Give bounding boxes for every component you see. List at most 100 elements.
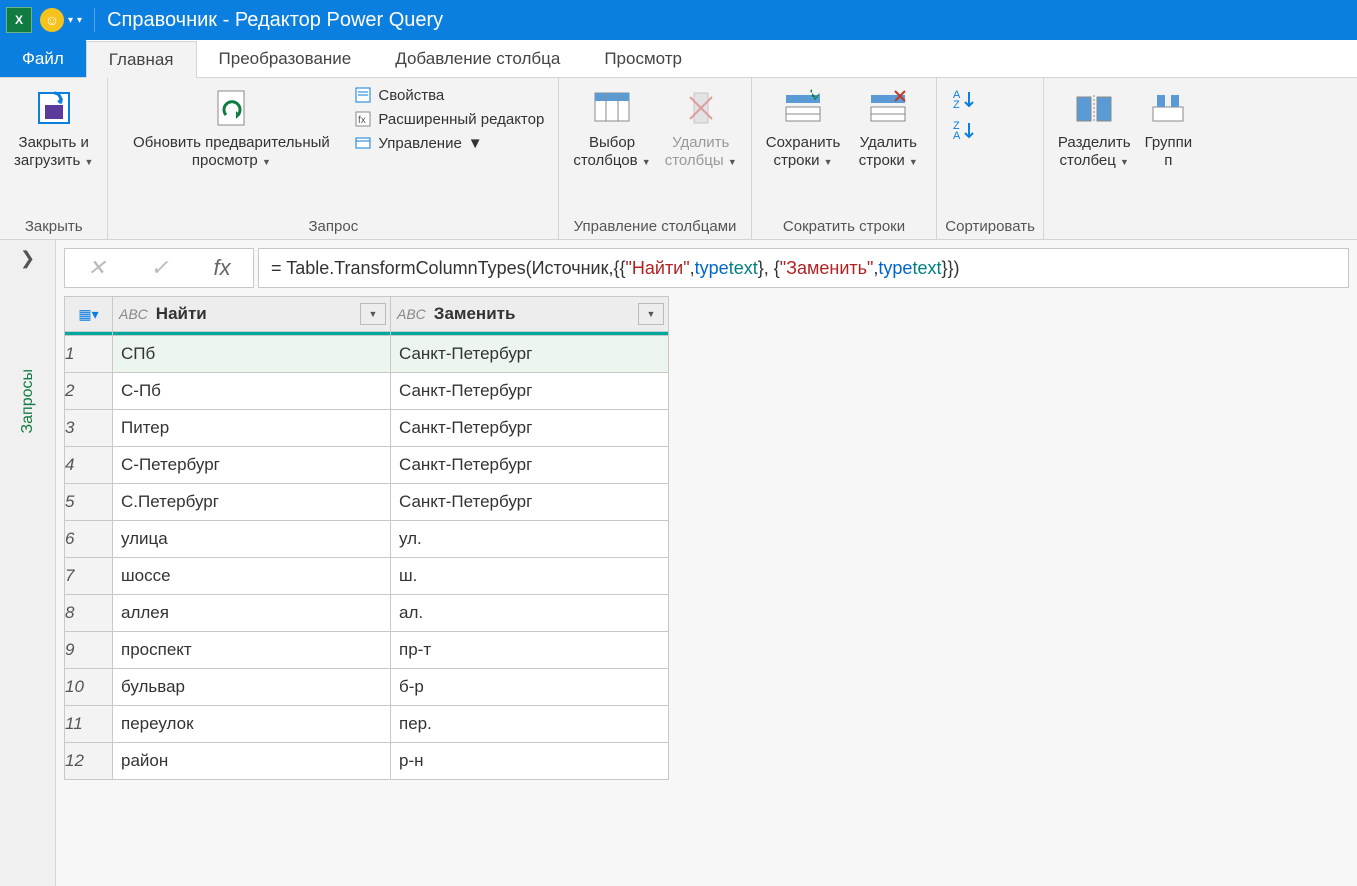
row-number[interactable]: 4 — [65, 447, 113, 484]
advanced-editor-button[interactable]: fx Расширенный редактор — [348, 108, 550, 130]
table-row[interactable]: 9проспектпр-т — [65, 632, 669, 669]
formula-cancel-button[interactable]: ✕ — [79, 255, 113, 281]
cell[interactable]: бульвар — [113, 669, 391, 706]
table-row[interactable]: 11переулокпер. — [65, 706, 669, 743]
formula-fx-button[interactable]: fx — [206, 255, 239, 281]
tab-transform[interactable]: Преобразование — [197, 40, 374, 77]
table-row[interactable]: 6улицаул. — [65, 521, 669, 558]
row-number[interactable]: 8 — [65, 595, 113, 632]
svg-text:fx: fx — [358, 115, 366, 126]
cell[interactable]: С-Пб — [113, 373, 391, 410]
cell[interactable]: пер. — [391, 706, 669, 743]
cell[interactable]: Санкт-Петербург — [391, 410, 669, 447]
split-column-button[interactable]: Разделить столбец ▼ — [1052, 82, 1137, 174]
table-row[interactable]: 3ПитерСанкт-Петербург — [65, 410, 669, 447]
row-number[interactable]: 12 — [65, 743, 113, 780]
ribbon-group-split: Разделить столбец ▼ Группи п — [1044, 78, 1206, 239]
qat-dropdown[interactable]: ▾ — [68, 15, 73, 26]
cell[interactable]: Санкт-Петербург — [391, 336, 669, 373]
group-by-button[interactable]: Группи п — [1139, 82, 1199, 174]
svg-text:✓: ✓ — [812, 90, 822, 104]
column-header-replace[interactable]: ABC Заменить ▼ — [391, 297, 669, 332]
cell[interactable]: переулок — [113, 706, 391, 743]
cell[interactable]: р-н — [391, 743, 669, 780]
table-row[interactable]: 7шоссеш. — [65, 558, 669, 595]
data-grid[interactable]: ▦▾ ABC Найти ▼ ABC Заме — [64, 296, 669, 780]
cell[interactable]: пр-т — [391, 632, 669, 669]
sort-asc-button[interactable]: AZ — [951, 88, 979, 115]
row-number[interactable]: 11 — [65, 706, 113, 743]
filter-button[interactable]: ▼ — [360, 303, 386, 325]
editor-body: ❯ Запросы ✕ ✓ fx = Table.TransformColumn… — [0, 240, 1357, 886]
table-row[interactable]: 2С-ПбСанкт-Петербург — [65, 373, 669, 410]
advanced-editor-label: Расширенный редактор — [378, 111, 544, 128]
remove-rows-button[interactable]: Удалить строки ▼ — [848, 82, 928, 174]
ribbon-group-query: Обновить предварительный просмотр ▼ Свой… — [108, 78, 559, 239]
tab-home[interactable]: Главная — [86, 41, 197, 78]
remove-columns-button[interactable]: Удалить столбцы ▼ — [659, 82, 743, 174]
cell[interactable]: проспект — [113, 632, 391, 669]
cell[interactable]: б-р — [391, 669, 669, 706]
keep-rows-icon: ✓ — [781, 86, 825, 130]
column-header-find[interactable]: ABC Найти ▼ — [113, 297, 391, 332]
table-row[interactable]: 10бульварб-р — [65, 669, 669, 706]
cell[interactable]: ал. — [391, 595, 669, 632]
ribbon-group-columns-label: Управление столбцами — [567, 216, 742, 237]
sort-desc-button[interactable]: ZA — [951, 119, 979, 146]
formula-accept-button[interactable]: ✓ — [142, 255, 176, 281]
cell[interactable]: Санкт-Петербург — [391, 484, 669, 521]
grid-corner[interactable]: ▦▾ — [65, 297, 113, 332]
tab-view[interactable]: Просмотр — [582, 40, 704, 77]
excel-icon: X — [6, 7, 32, 33]
row-number[interactable]: 6 — [65, 521, 113, 558]
smiley-icon[interactable]: ☺ — [40, 8, 64, 32]
cell[interactable]: Санкт-Петербург — [391, 373, 669, 410]
tab-add-column[interactable]: Добавление столбца — [373, 40, 582, 77]
row-number[interactable]: 2 — [65, 373, 113, 410]
ribbon-group-query-label: Запрос — [116, 216, 550, 237]
cell[interactable]: Санкт-Петербург — [391, 447, 669, 484]
table-row[interactable]: 12районр-н — [65, 743, 669, 780]
cell[interactable]: шоссе — [113, 558, 391, 595]
keep-rows-label: Сохранить строки ▼ — [766, 134, 841, 170]
keep-rows-button[interactable]: ✓ Сохранить строки ▼ — [760, 82, 847, 174]
cell[interactable]: Питер — [113, 410, 391, 447]
sidebar-expand-button[interactable]: ❯ — [20, 248, 35, 269]
row-number[interactable]: 10 — [65, 669, 113, 706]
tab-file[interactable]: Файл — [0, 40, 86, 77]
qat-dropdown-2[interactable]: ▾ — [77, 15, 82, 26]
cell[interactable]: ш. — [391, 558, 669, 595]
choose-columns-icon — [590, 86, 634, 130]
close-load-icon — [32, 86, 76, 130]
row-number[interactable]: 5 — [65, 484, 113, 521]
table-row[interactable]: 5С.ПетербургСанкт-Петербург — [65, 484, 669, 521]
svg-text:Z: Z — [953, 99, 960, 110]
table-row[interactable]: 8аллеяал. — [65, 595, 669, 632]
cell[interactable]: улица — [113, 521, 391, 558]
properties-button[interactable]: Свойства — [348, 84, 550, 106]
remove-columns-label: Удалить столбцы ▼ — [665, 134, 737, 170]
close-load-button[interactable]: Закрыть и загрузить ▼ — [8, 82, 99, 174]
refresh-preview-button[interactable]: Обновить предварительный просмотр ▼ — [116, 82, 346, 174]
cell[interactable]: район — [113, 743, 391, 780]
row-number[interactable]: 9 — [65, 632, 113, 669]
cell[interactable]: С.Петербург — [113, 484, 391, 521]
table-row[interactable]: 4С-ПетербургСанкт-Петербург — [65, 447, 669, 484]
filter-button[interactable]: ▼ — [638, 303, 664, 325]
formula-input[interactable]: = Table.TransformColumnTypes(Источник,{{… — [258, 248, 1349, 288]
cell[interactable]: аллея — [113, 595, 391, 632]
cell[interactable]: ул. — [391, 521, 669, 558]
cell[interactable]: СПб — [113, 336, 391, 373]
split-column-icon — [1072, 86, 1116, 130]
manage-icon — [354, 134, 372, 152]
table-row[interactable]: 1СПбСанкт-Петербург — [65, 336, 669, 373]
choose-columns-button[interactable]: Выбор столбцов ▼ — [567, 82, 656, 174]
manage-button[interactable]: Управление ▼ — [348, 132, 550, 154]
row-number[interactable]: 3 — [65, 410, 113, 447]
ribbon-group-sort-label: Сортировать — [945, 216, 1035, 237]
cell[interactable]: С-Петербург — [113, 447, 391, 484]
remove-rows-icon — [866, 86, 910, 130]
row-number[interactable]: 1 — [65, 336, 113, 373]
ribbon-group-split-label — [1052, 233, 1198, 237]
row-number[interactable]: 7 — [65, 558, 113, 595]
